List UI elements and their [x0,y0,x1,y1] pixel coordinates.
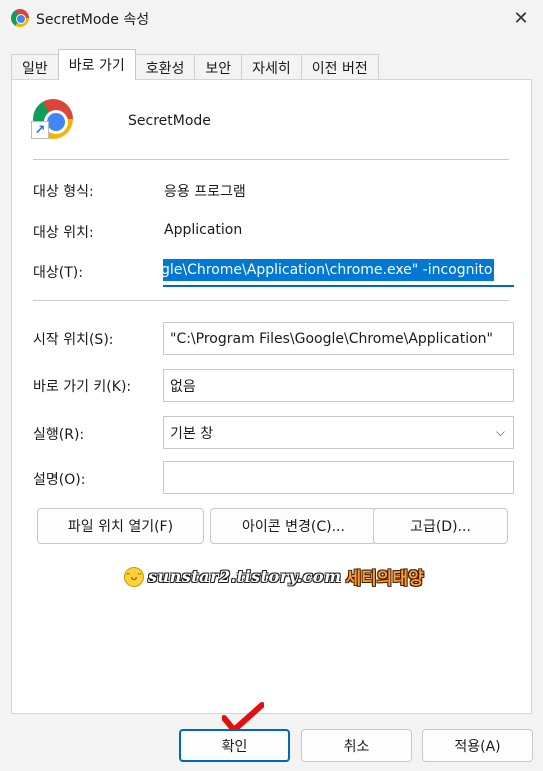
target-label: 대상(T): [33,265,83,281]
shortcut-arrow-icon: ↗ [31,121,49,139]
start-in-label: 시작 위치(S): [33,332,114,348]
chrome-icon [11,9,29,27]
tab-details[interactable]: 자세히 [241,54,302,80]
target-type-label: 대상 형식: [33,184,94,200]
watermark-name: 세티의태양 [345,569,424,589]
watermark-url: sunstar2.tistory.com [148,567,342,586]
divider [33,159,509,160]
ok-button[interactable]: 확인 [179,729,290,762]
tab-strip: 일반 바로 가기 호환성 보안 자세히 이전 버전 [11,49,379,80]
shortcut-panel: ↗ SecretMode 대상 형식: 응용 프로그램 대상 위치: Appli… [11,79,532,714]
apply-button[interactable]: 적용(A) [422,729,533,762]
advanced-button[interactable]: 고급(D)... [373,508,508,544]
tab-shortcut[interactable]: 바로 가기 [57,49,136,80]
tab-previous-versions[interactable]: 이전 버전 [300,54,379,80]
target-input[interactable]: gle\Chrome\Application\chrome.exe" -inco… [163,254,514,287]
target-type-value: 응용 프로그램 [164,184,246,200]
target-selected-text: gle\Chrome\Application\chrome.exe" -inco… [163,258,495,281]
divider [33,300,509,301]
title-bar: SecretMode 속성 ✕ [0,0,543,36]
cancel-button[interactable]: 취소 [301,729,412,762]
start-in-input[interactable]: "C:\Program Files\Google\Chrome\Applicat… [163,322,514,355]
target-location-value: Application [164,222,243,238]
shortcut-key-label: 바로 가기 키(K): [33,379,132,395]
comment-input[interactable] [163,461,514,494]
target-location-label: 대상 위치: [33,225,94,241]
run-selected-value: 기본 창 [170,425,214,442]
shortcut-name: SecretMode [128,113,211,129]
run-label: 실행(R): [33,427,85,443]
tab-compatibility[interactable]: 호환성 [134,54,196,80]
comment-label: 설명(O): [33,472,86,488]
run-select[interactable]: 기본 창 ⌵ [163,416,514,449]
tab-security[interactable]: 보안 [194,54,243,80]
change-icon-button[interactable]: 아이콘 변경(C)... [210,508,377,544]
shortcut-key-input[interactable]: 없음 [163,369,514,402]
close-icon[interactable]: ✕ [507,4,535,32]
chrome-icon: ↗ [31,99,73,139]
tab-general[interactable]: 일반 [11,54,59,80]
open-file-location-button[interactable]: 파일 위치 열기(F) [37,508,204,544]
window-title: SecretMode 속성 [36,12,150,28]
smiley-icon: ᵔᴗᵔ [124,566,144,587]
watermark: ᵔᴗᵔ sunstar2.tistory.com 세티의태양 [124,564,424,589]
chevron-down-icon: ⌵ [495,425,505,439]
